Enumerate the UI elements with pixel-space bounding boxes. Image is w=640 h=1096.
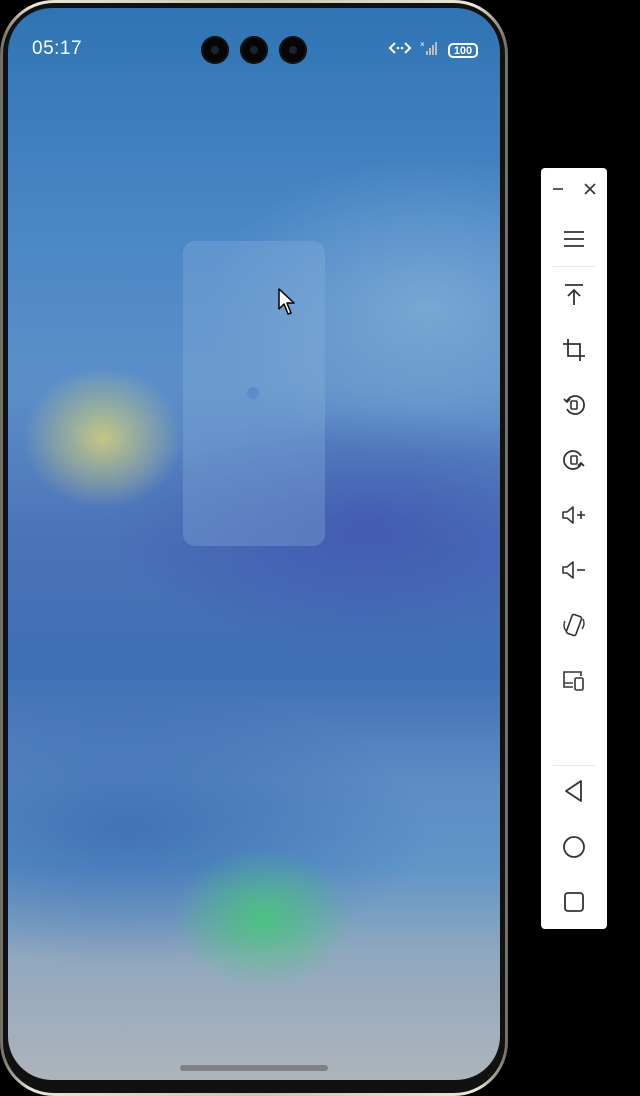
volume-up-button[interactable] — [541, 495, 607, 535]
device-switch-button[interactable] — [541, 660, 607, 700]
rotate-left-icon — [562, 393, 586, 417]
rotate-right-button[interactable] — [541, 440, 607, 480]
close-icon — [583, 182, 597, 196]
camera-cutout-center — [240, 36, 268, 64]
toolbar-divider-top — [553, 266, 595, 267]
volume-down-button[interactable] — [541, 550, 607, 590]
back-triangle-icon — [563, 779, 585, 803]
home-indicator[interactable] — [180, 1065, 328, 1071]
status-time: 05:17 — [32, 38, 83, 59]
status-icons: × 100 — [388, 40, 478, 61]
camera-cutout-left — [201, 36, 229, 64]
menu-icon — [563, 229, 585, 249]
shake-device-icon — [562, 612, 586, 638]
toolbar-divider-bottom — [553, 765, 595, 766]
widget-dot — [247, 387, 259, 399]
svg-text:×: × — [420, 40, 425, 49]
minimize-icon — [551, 182, 565, 196]
volume-up-icon — [561, 504, 587, 526]
mouse-pointer-icon — [278, 288, 298, 321]
rotate-left-button[interactable] — [541, 385, 607, 425]
crop-button[interactable] — [541, 330, 607, 370]
phone-screen[interactable]: 05:17 × 100 — [8, 8, 500, 1080]
volume-down-icon — [561, 559, 587, 581]
close-button[interactable] — [575, 169, 605, 209]
recents-button[interactable] — [541, 882, 607, 922]
arrow-to-top-icon — [563, 283, 585, 307]
devices-icon — [561, 668, 587, 692]
crop-icon — [562, 338, 586, 362]
home-circle-icon — [562, 835, 586, 859]
battery-icon: 100 — [448, 43, 478, 58]
side-toolbar — [541, 168, 607, 929]
camera-cutout-right — [279, 36, 307, 64]
recents-square-icon — [563, 891, 585, 913]
widget-card[interactable] — [183, 241, 325, 546]
rotate-right-icon — [562, 448, 586, 472]
minimize-button[interactable] — [543, 169, 573, 209]
menu-button[interactable] — [541, 219, 607, 259]
shake-button[interactable] — [541, 605, 607, 645]
screen-root: 05:17 × 100 — [0, 0, 640, 1096]
back-button[interactable] — [541, 771, 607, 811]
pin-to-top-button[interactable] — [541, 275, 607, 315]
home-button[interactable] — [541, 827, 607, 867]
signal-bars-icon: × — [420, 40, 440, 61]
data-arrows-icon — [388, 41, 412, 60]
